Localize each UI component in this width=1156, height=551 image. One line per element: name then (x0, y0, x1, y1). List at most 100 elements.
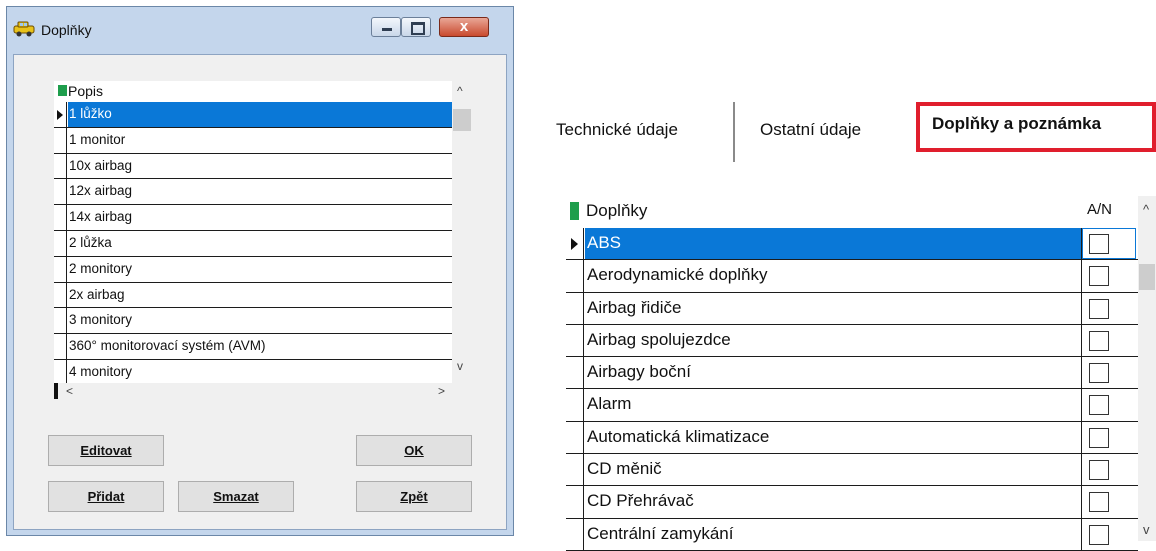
an-checkbox[interactable] (1089, 460, 1109, 481)
column-header-popis[interactable]: Popis (68, 83, 103, 99)
table-row[interactable]: ABS (566, 228, 1138, 261)
table-row[interactable]: Airbag spolujezdce (566, 324, 1138, 358)
maximize-button[interactable] (401, 17, 431, 37)
table-row[interactable]: Airbag řidiče (566, 292, 1138, 325)
feature-label[interactable]: ABS (585, 228, 1082, 260)
edit-button[interactable]: Editovat (48, 435, 164, 466)
scroll-thumb[interactable] (1139, 264, 1155, 290)
scroll-up-icon[interactable]: ^ (457, 84, 463, 98)
list-item-label[interactable]: 2 monitory (68, 257, 452, 282)
scroll-down-icon[interactable]: v (457, 359, 463, 373)
close-button[interactable]: x (439, 17, 489, 37)
row-selector[interactable] (566, 260, 584, 292)
list-item[interactable]: 4 monitory (54, 359, 452, 386)
row-selector[interactable] (54, 205, 67, 230)
list-item-label[interactable]: 1 monitor (68, 128, 452, 153)
row-selector[interactable] (566, 324, 584, 357)
list-item-label[interactable]: 14x airbag (68, 205, 452, 230)
column-header-doplnky[interactable]: Doplňky (586, 201, 647, 221)
ok-button[interactable]: OK (356, 435, 472, 466)
scroll-right-icon[interactable]: > (438, 384, 445, 398)
list-item[interactable]: 3 monitory (54, 308, 452, 335)
row-selector[interactable] (54, 359, 67, 385)
delete-button[interactable]: Smazat (178, 481, 294, 512)
list-item[interactable]: 14x airbag (54, 205, 452, 231)
list-item[interactable]: 360° monitorovací systém (AVM) (54, 334, 452, 360)
feature-label[interactable]: Alarm (585, 389, 1082, 421)
row-selector[interactable] (566, 228, 584, 260)
scroll-down-icon[interactable]: v (1143, 522, 1150, 537)
list-item[interactable]: 2 monitory (54, 256, 452, 283)
row-selector[interactable] (566, 389, 584, 421)
feature-label[interactable]: CD Přehrávač (585, 486, 1082, 518)
horizontal-scrollbar[interactable]: < > (54, 383, 454, 399)
row-selector[interactable] (54, 127, 67, 153)
an-checkbox[interactable] (1089, 363, 1109, 384)
list-item[interactable]: 2x airbag (54, 282, 452, 309)
table-row[interactable]: Automatická klimatizace (566, 421, 1138, 455)
tab-ostatni-udaje[interactable]: Ostatní údaje (760, 120, 861, 140)
title-bar[interactable]: Doplňky x (7, 7, 513, 53)
minimize-button[interactable] (371, 17, 401, 37)
table-row[interactable]: Airbagy boční (566, 357, 1138, 390)
an-checkbox[interactable] (1089, 427, 1109, 448)
table-row[interactable]: CD měnič (566, 454, 1138, 487)
feature-label[interactable]: Centrální zamykání (585, 518, 1082, 550)
row-selector[interactable] (54, 334, 67, 359)
row-selector[interactable] (54, 308, 67, 334)
row-selector[interactable] (54, 256, 67, 282)
feature-label[interactable]: Airbag spolujezdce (585, 324, 1082, 357)
row-selector[interactable] (566, 292, 584, 324)
scroll-thumb[interactable] (453, 109, 471, 131)
table-row[interactable]: CD Přehrávač (566, 486, 1138, 519)
list-item[interactable]: 10x airbag (54, 153, 452, 180)
list-item[interactable]: 1 lůžko (54, 102, 452, 128)
row-selector[interactable] (566, 421, 584, 454)
an-checkbox[interactable] (1089, 524, 1109, 545)
scroll-left-icon[interactable]: < (66, 384, 73, 398)
table-row[interactable]: Alarm (566, 389, 1138, 422)
list-item[interactable]: 2 lůžka (54, 230, 452, 257)
list-item-label[interactable]: 10x airbag (68, 154, 452, 179)
row-selector[interactable] (54, 153, 67, 179)
row-selector[interactable] (566, 357, 584, 389)
list-item-label[interactable]: 360° monitorovací systém (AVM) (68, 334, 452, 359)
an-checkbox[interactable] (1089, 234, 1109, 254)
list-item-label[interactable]: 2x airbag (68, 283, 452, 308)
vertical-scrollbar[interactable]: ^ v (452, 81, 472, 383)
feature-label[interactable]: CD měnič (585, 454, 1082, 486)
feature-label[interactable]: Airbagy boční (585, 357, 1082, 389)
feature-label[interactable]: Aerodynamické doplňky (585, 260, 1082, 292)
column-header-an[interactable]: A/N (1087, 201, 1112, 218)
list-item-label[interactable]: 12x airbag (68, 179, 452, 204)
list-item-label[interactable]: 4 monitory (68, 360, 452, 385)
back-button[interactable]: Zpět (356, 481, 472, 512)
row-selector[interactable] (54, 179, 67, 205)
row-selector[interactable] (54, 102, 67, 127)
an-checkbox[interactable] (1089, 492, 1109, 513)
list-item-label[interactable]: 1 lůžko (68, 102, 452, 127)
an-checkbox[interactable] (1089, 298, 1109, 319)
add-button[interactable]: Přidat (48, 481, 164, 512)
scroll-up-icon[interactable]: ^ (1143, 202, 1149, 217)
tab-doplnky-a-poznamka[interactable]: Doplňky a poznámka (932, 114, 1101, 134)
row-selector[interactable] (566, 454, 584, 486)
vertical-scrollbar[interactable]: ^ v (1138, 196, 1156, 541)
an-checkbox[interactable] (1089, 395, 1109, 416)
row-selector[interactable] (566, 486, 584, 518)
row-selector[interactable] (54, 282, 67, 308)
row-selector[interactable] (54, 230, 67, 256)
list-item[interactable]: 12x airbag (54, 179, 452, 206)
tab-technicke-udaje[interactable]: Technické údaje (556, 120, 678, 140)
feature-label[interactable]: Airbag řidiče (585, 292, 1082, 324)
list-item[interactable]: 1 monitor (54, 127, 452, 154)
an-checkbox[interactable] (1089, 330, 1109, 351)
row-selector[interactable] (566, 518, 584, 550)
car-icon (13, 21, 35, 37)
feature-label[interactable]: Automatická klimatizace (585, 421, 1082, 454)
an-checkbox[interactable] (1089, 266, 1109, 287)
table-row[interactable]: Aerodynamické doplňky (566, 260, 1138, 293)
table-row[interactable]: Centrální zamykání (566, 518, 1138, 551)
list-item-label[interactable]: 2 lůžka (68, 231, 452, 256)
list-item-label[interactable]: 3 monitory (68, 308, 452, 333)
